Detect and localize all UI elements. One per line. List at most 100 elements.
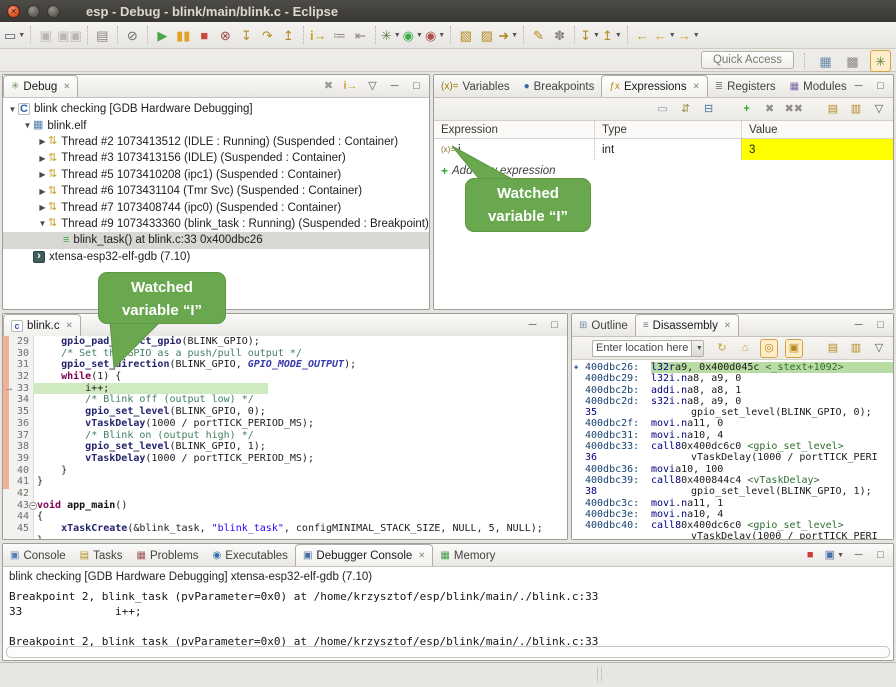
tab-memory[interactable]: ▦Memory <box>433 545 502 566</box>
view-menu-button[interactable]: ▽ <box>871 101 887 118</box>
type-cell[interactable]: int <box>594 139 741 160</box>
view-menu-button[interactable]: ▽ <box>871 340 887 357</box>
new-button[interactable]: ▭▼ <box>4 25 25 45</box>
step-return-button[interactable]: ↥ <box>279 25 298 45</box>
debug-tree-row[interactable]: ›xtensa-esp32-elf-gdb (7.10) <box>3 249 429 265</box>
quick-access-button[interactable]: Quick Access <box>701 51 794 69</box>
drop-to-frame-button[interactable]: ⇤ <box>351 25 370 45</box>
flash-button[interactable]: ➜▼ <box>498 25 518 45</box>
tab-disassembly[interactable]: ≡Disassembly✕ <box>635 314 739 336</box>
tree-twisty-icon[interactable]: ▼ <box>7 105 18 114</box>
window-close-button[interactable]: ✕ <box>7 5 20 18</box>
tab-variables[interactable]: (x)=Variables <box>434 76 517 97</box>
pin-view-button[interactable]: ▥ <box>848 340 864 357</box>
sync-context-button[interactable]: ◎ <box>760 339 778 358</box>
line-number[interactable]: 45 <box>3 523 37 534</box>
add-expression-button[interactable]: + <box>739 101 755 118</box>
forward-button[interactable]: →▼ <box>678 25 700 45</box>
tab-blink-c[interactable]: cblink.c✕ <box>3 314 81 336</box>
collapse-all-button[interactable]: ⊟ <box>701 101 717 118</box>
line-number[interactable]: 31 <box>3 359 37 370</box>
remove-all-expressions-button[interactable]: ✖✖ <box>785 101 803 118</box>
back-history-button[interactable]: ←▼ <box>654 25 676 45</box>
new-cpp-project-button[interactable]: ▧ <box>456 25 475 45</box>
tab-close-icon[interactable]: ✕ <box>418 550 425 561</box>
show-logical-structures-button[interactable]: ⇵ <box>678 101 694 118</box>
maximize-button[interactable]: □ <box>873 78 888 94</box>
location-combo[interactable]: Enter location here ▼ <box>592 340 704 357</box>
debug-tree-row[interactable]: ▶⇅Thread #2 1073413512 (IDLE : Running) … <box>3 134 429 150</box>
resume-button[interactable]: ▶ <box>153 25 172 45</box>
tree-twisty-icon[interactable]: ▶ <box>37 187 48 196</box>
tab-debugger-console[interactable]: ▣Debugger Console✕ <box>295 544 433 566</box>
debug-tree-row[interactable]: ▼⇅Thread #9 1073433360 (blink_task : Run… <box>3 216 429 232</box>
line-number[interactable]: 37 <box>3 430 37 441</box>
terminate-button[interactable]: ■ <box>195 25 214 45</box>
line-number[interactable]: 41 <box>3 476 37 487</box>
maximize-button[interactable]: □ <box>873 547 888 563</box>
debug-tree-row[interactable]: ▶⇅Thread #5 1073410208 (ipc1) (Suspended… <box>3 167 429 183</box>
line-number[interactable]: 30 <box>3 348 37 359</box>
tab-outline[interactable]: ⊞Outline <box>572 315 635 336</box>
combo-dropdown-icon[interactable]: ▼ <box>691 341 704 356</box>
next-annotation-button[interactable]: ↥▼ <box>602 25 622 45</box>
column-header-expression[interactable]: Expression <box>434 121 594 138</box>
show-type-names-button[interactable]: ▭ <box>655 101 671 118</box>
tab-registers[interactable]: ≣Registers <box>708 76 783 97</box>
tree-twisty-icon[interactable]: ▶ <box>37 170 48 179</box>
remove-expression-button[interactable]: ✖ <box>762 101 778 118</box>
back-button[interactable]: ← <box>633 25 652 45</box>
status-bar-handle[interactable] <box>597 667 602 682</box>
remove-all-terminated-button[interactable]: ✖ <box>321 78 336 94</box>
debug-tree-row[interactable]: ▼▦blink.elf <box>3 117 429 133</box>
build-button[interactable]: ▤ <box>93 25 112 45</box>
new-view-button[interactable]: ▤ <box>825 340 841 357</box>
value-cell[interactable]: 3 <box>741 139 893 160</box>
search-button[interactable]: ✽ <box>550 25 569 45</box>
tab-console[interactable]: ▣Console <box>3 545 73 566</box>
line-number[interactable]: 40 <box>3 465 37 476</box>
home-button[interactable]: ⌂ <box>737 340 753 357</box>
pin-view-button[interactable]: ▥ <box>848 101 864 118</box>
tab-problems[interactable]: ▦Problems <box>130 545 206 566</box>
show-source-button[interactable]: ▣ <box>785 339 803 358</box>
tab-close-icon[interactable]: ✕ <box>724 320 731 331</box>
line-number[interactable]: 29 <box>3 336 37 347</box>
profile-button[interactable]: ◉▼ <box>425 25 445 45</box>
format-button[interactable]: ✎ <box>529 25 548 45</box>
run-button[interactable]: ◉▼ <box>403 25 423 45</box>
editor-content[interactable]: 29 gpio_pad_select_gpio(BLINK_GPIO);30 /… <box>3 336 567 539</box>
view-menu-button[interactable]: ▽ <box>365 78 380 94</box>
step-into-button[interactable]: ↧ <box>237 25 256 45</box>
line-number[interactable]: 38 <box>3 441 37 452</box>
disconnect-button[interactable]: ⊗ <box>216 25 235 45</box>
tab-tasks[interactable]: ▤Tasks <box>73 545 130 566</box>
minimize-button[interactable]: ─ <box>525 317 540 333</box>
minimize-button[interactable]: ─ <box>387 78 402 94</box>
terminate-button[interactable]: ■ <box>803 547 818 563</box>
suspend-button[interactable]: ▮▮ <box>174 25 193 45</box>
fold-collapse-icon[interactable] <box>29 502 37 510</box>
tree-twisty-icon[interactable]: ▶ <box>37 203 48 212</box>
disassembly-content[interactable]: ◆400dbc26:l32ra9, 0x400d045c <_stext+109… <box>572 360 893 539</box>
line-number[interactable]: 39 <box>3 453 37 464</box>
tab-executables[interactable]: ◉Executables <box>206 545 295 566</box>
tree-twisty-icon[interactable]: ▶ <box>37 137 48 146</box>
save-button[interactable]: ▣ <box>36 25 55 45</box>
display-selected-console-button[interactable]: ▣▼ <box>825 547 844 563</box>
step-over-button[interactable]: ↷ <box>258 25 277 45</box>
last-edit-location-button[interactable]: ↧▼ <box>580 25 600 45</box>
line-number[interactable]: 44 <box>3 511 37 522</box>
tab-debug[interactable]: ✳Debug✕ <box>3 75 78 97</box>
tab-breakpoints[interactable]: ●Breakpoints <box>517 76 602 97</box>
debug-perspective-button[interactable]: ✳ <box>870 50 891 72</box>
debug-tree-row[interactable]: ≡blink_task() at blink.c:33 0x400dbc26 <box>3 232 429 248</box>
tree-twisty-icon[interactable]: ▼ <box>22 121 33 130</box>
new-view-button[interactable]: ▤ <box>825 101 841 118</box>
open-perspective-button[interactable]: ▦ <box>816 51 835 71</box>
maximize-button[interactable]: □ <box>409 78 424 94</box>
open-project-button[interactable]: ▨ <box>477 25 496 45</box>
minimize-button[interactable]: ─ <box>851 317 866 333</box>
debug-tree-row[interactable]: ▶⇅Thread #6 1073431104 (Tmr Svc) (Suspen… <box>3 183 429 199</box>
java-perspective-button[interactable]: ▩ <box>843 51 862 71</box>
